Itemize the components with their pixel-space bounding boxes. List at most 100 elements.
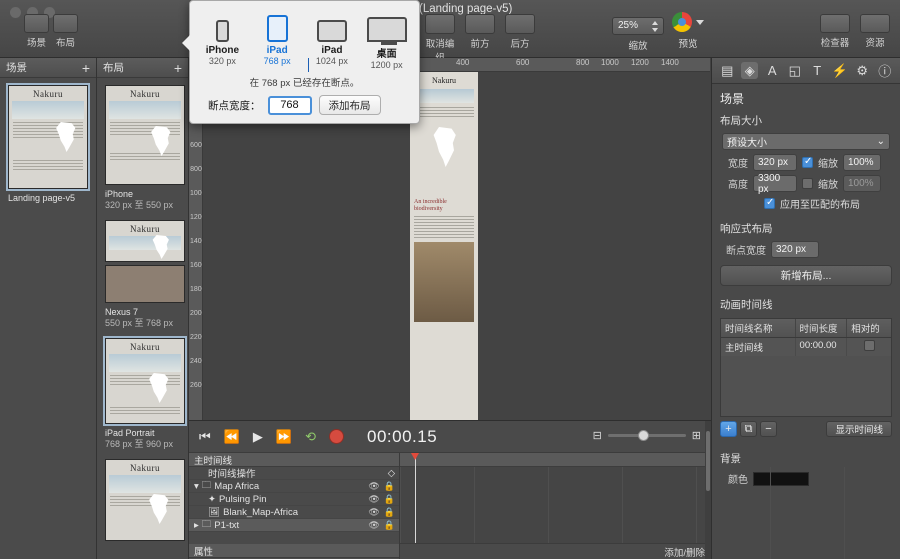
vertical-ruler[interactable]: 200 400 600 800 1000 1200 1400 1600 1800…: [189, 72, 203, 420]
relative-checkbox[interactable]: [863, 340, 875, 351]
metrics-icon[interactable]: ◱: [786, 62, 803, 79]
background-color-row[interactable]: 颜色: [712, 469, 900, 488]
device-presets[interactable]: iPhone 320 px iPad 768 px iPad 1024 px 桌…: [190, 1, 419, 70]
table-row[interactable]: 主时间线 00:00.00: [721, 338, 891, 356]
gear-icon[interactable]: ⚙: [854, 62, 871, 79]
layout-item-ipad-portrait[interactable]: Nakuru iPad Portrait 768 px 至 960 px: [97, 336, 188, 457]
bring-front-icon[interactable]: [465, 14, 495, 34]
add-timeline-button[interactable]: +: [720, 421, 737, 437]
width-scale-input[interactable]: 100%: [843, 154, 881, 171]
timeline-table[interactable]: 时间线名称 时间长度 相对的 主时间线 00:00.00: [720, 318, 892, 417]
timeline-scrollbar[interactable]: [705, 421, 711, 559]
eye-icon[interactable]: 👁: [368, 481, 379, 492]
layout-item-extra[interactable]: Nakuru: [97, 457, 188, 548]
record-icon[interactable]: [328, 429, 344, 444]
track-row-timeline-actions[interactable]: 时间线操作 ◇: [189, 467, 399, 480]
eye-icon[interactable]: 👁: [368, 520, 379, 531]
zoom-out-icon[interactable]: ⊟: [593, 429, 602, 442]
add-scene-button[interactable]: +: [82, 61, 90, 75]
scene-icon[interactable]: [24, 14, 49, 33]
identity-icon[interactable]: ⓘ: [876, 62, 893, 79]
track-row-p1-txt[interactable]: ▸ 🗀 P1-txt 👁 🔒: [189, 519, 399, 532]
play-icon[interactable]: ▶: [253, 429, 263, 445]
actions-icon[interactable]: ⚡: [831, 62, 848, 79]
fit-layout-checkbox[interactable]: [764, 197, 775, 209]
add-layout-button[interactable]: 新增布局...: [720, 265, 892, 286]
timeline-relative[interactable]: [847, 338, 891, 356]
height-input[interactable]: 3300 px: [753, 173, 797, 195]
step-back-icon[interactable]: ⏪: [224, 429, 240, 445]
track-controls[interactable]: 👁 🔒: [368, 507, 399, 518]
device-option-desktop[interactable]: 桌面 1200 px: [360, 8, 413, 70]
layout-icon[interactable]: [53, 14, 78, 33]
timeline-table-actions[interactable]: + ⧉ − 显示时间线: [720, 421, 892, 437]
document-icon[interactable]: ▤: [719, 62, 736, 79]
height-scale-input[interactable]: 100%: [843, 175, 881, 192]
slider-track[interactable]: [607, 430, 686, 441]
track-controls[interactable]: 👁 🔒: [368, 520, 399, 531]
height-scale-checkbox[interactable]: [802, 178, 813, 189]
duplicate-timeline-button[interactable]: ⧉: [740, 421, 757, 437]
track-row-pulsing-pin[interactable]: ✦ Pulsing Pin 👁 🔒: [189, 493, 399, 506]
zoom-in-icon[interactable]: ⊞: [692, 429, 701, 442]
send-back-icon[interactable]: [505, 14, 535, 34]
lock-icon[interactable]: 🔒: [384, 494, 395, 505]
breakpoint-row[interactable]: 断点宽度 320 px: [712, 239, 900, 260]
breakpoint-width-input[interactable]: [267, 95, 312, 115]
zoom-input[interactable]: 25%: [612, 17, 664, 35]
diamond-icon[interactable]: ◇: [388, 468, 395, 479]
breakpoint-popover[interactable]: iPhone 320 px iPad 768 px iPad 1024 px 桌…: [182, 0, 420, 124]
show-timeline-button[interactable]: 显示时间线: [826, 421, 892, 437]
color-swatch[interactable]: [753, 471, 809, 486]
track-row-blank-map-africa[interactable]: 🖼 Blank_Map-Africa 👁 🔒: [189, 506, 399, 519]
width-input[interactable]: 320 px: [753, 154, 797, 171]
scene-thumbnail[interactable]: Nakuru: [6, 83, 90, 191]
zoom-stepper[interactable]: [651, 20, 660, 33]
lock-icon[interactable]: 🔒: [384, 481, 395, 492]
preset-size-select[interactable]: 预设大小 ⌄: [722, 133, 890, 150]
step-forward-icon[interactable]: ⏩: [276, 429, 292, 445]
layout-photo-thumb[interactable]: [105, 265, 185, 303]
add-layout-confirm-button[interactable]: 添加布局: [318, 95, 381, 115]
timeline-grid[interactable]: 添加/删除: [400, 453, 845, 559]
height-row[interactable]: 高度 3300 px 缩放 100%: [712, 173, 900, 195]
text-icon[interactable]: T: [809, 62, 826, 79]
document-page[interactable]: Nakuru An incredible biodiversity: [410, 72, 478, 420]
typography-icon[interactable]: A: [764, 62, 781, 79]
timeline-table-body[interactable]: [721, 356, 891, 416]
inspector-tabs[interactable]: ▤ ◈ A ◱ T ⚡ ⚙ ⓘ: [712, 58, 900, 84]
preview-group[interactable]: 预览: [672, 12, 704, 50]
eye-icon[interactable]: 👁: [368, 507, 379, 518]
lock-icon[interactable]: 🔒: [384, 507, 395, 518]
chevron-down-icon[interactable]: [696, 19, 704, 25]
resources-icon[interactable]: [860, 14, 890, 33]
width-scale-checkbox[interactable]: [802, 156, 813, 168]
inspector-icon[interactable]: [820, 14, 850, 33]
breakpoint-input[interactable]: 320 px: [771, 241, 819, 258]
track-row-map-africa[interactable]: ▾ 🗀 Map Africa 👁 🔒: [189, 480, 399, 493]
track-controls[interactable]: 👁 🔒: [368, 481, 399, 492]
layout-item-iphone[interactable]: Nakuru iPhone 320 px 至 550 px: [97, 78, 188, 218]
add-remove-label[interactable]: 添加/删除: [664, 545, 711, 559]
device-option-iphone[interactable]: iPhone 320 px: [196, 8, 249, 70]
device-option-ipad-landscape[interactable]: iPad 1024 px: [306, 8, 359, 70]
chrome-icon[interactable]: [672, 12, 692, 32]
layout-item-nexus7[interactable]: Nakuru Nexus 7 550 px 至 768 px: [97, 218, 188, 336]
loop-icon[interactable]: ⟲: [305, 429, 316, 445]
ungroup-icon[interactable]: [425, 14, 455, 34]
fit-layout-row[interactable]: 应用至匹配的布局: [712, 194, 900, 213]
layers-icon[interactable]: ◈: [741, 62, 759, 79]
go-to-start-icon[interactable]: ⏮: [199, 429, 211, 445]
track-controls[interactable]: ◇: [388, 468, 399, 479]
eye-icon[interactable]: 👁: [368, 494, 379, 505]
timeline-zoom-slider[interactable]: ⊟ ⊞: [593, 429, 701, 442]
timeline-ruler[interactable]: [400, 453, 711, 467]
timeline-transport[interactable]: ⏮ ⏪ ▶ ⏩ ⟲ 00:00.15 ⊟ ⊞: [189, 421, 711, 453]
width-row[interactable]: 宽度 320 px 缩放 100%: [712, 152, 900, 173]
add-layout-button[interactable]: +: [174, 61, 182, 75]
remove-timeline-button[interactable]: −: [760, 421, 777, 437]
preset-size-row[interactable]: 预设大小 ⌄: [712, 131, 900, 152]
track-controls[interactable]: 👁 🔒: [368, 494, 399, 505]
device-option-ipad[interactable]: iPad 768 px: [251, 8, 304, 70]
slider-knob[interactable]: [637, 430, 649, 441]
